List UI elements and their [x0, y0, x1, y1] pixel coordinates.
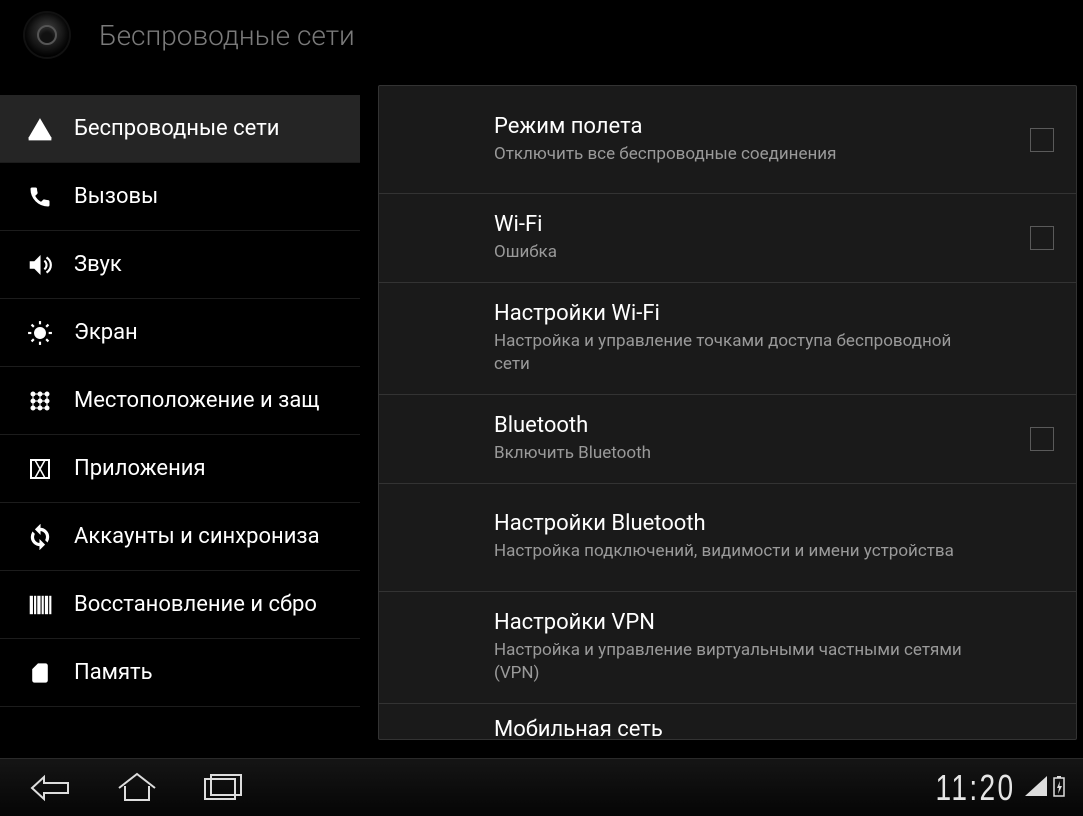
- row-vpn-settings[interactable]: Настройки VPN Настройка и управление вир…: [379, 592, 1076, 704]
- nav-back-button[interactable]: [8, 765, 94, 811]
- sidebar-item-label: Память: [74, 660, 153, 685]
- sidebar-item-location[interactable]: Местоположение и защ: [0, 367, 360, 435]
- row-title: Bluetooth: [494, 413, 1012, 438]
- row-bluetooth[interactable]: Bluetooth Включить Bluetooth: [379, 395, 1076, 484]
- sidebar-item-backup[interactable]: Восстановление и сбро: [0, 571, 360, 639]
- sidebar-item-label: Экран: [74, 320, 138, 345]
- settings-sidebar: Беспроводные сети Вызовы Звук Экран: [0, 70, 360, 740]
- sidebar-item-accounts[interactable]: Аккаунты и синхрониза: [0, 503, 360, 571]
- sidebar-item-storage[interactable]: Память: [0, 639, 360, 707]
- sidebar-item-wireless[interactable]: Беспроводные сети: [0, 95, 360, 163]
- sidebar-item-sound[interactable]: Звук: [0, 231, 360, 299]
- nav-home-button[interactable]: [94, 765, 180, 811]
- row-wifi-settings[interactable]: Настройки Wi-Fi Настройка и управление т…: [379, 283, 1076, 395]
- page-title: Беспроводные сети: [99, 19, 355, 52]
- row-title: Мобильная сеть: [494, 717, 1036, 740]
- signal-icon: [24, 113, 56, 145]
- row-mobile-network[interactable]: Мобильная сеть: [379, 704, 1076, 740]
- row-title: Настройки VPN: [494, 610, 1036, 635]
- row-subtitle: Включить Bluetooth: [494, 442, 1012, 465]
- signal-strength-icon: [1025, 776, 1047, 800]
- row-subtitle: Настройка и управление виртуальными част…: [494, 639, 974, 685]
- status-icons: [1025, 775, 1065, 801]
- row-title: Настройки Bluetooth: [494, 511, 1036, 536]
- status-clock: 11:20: [935, 767, 1015, 809]
- sidebar-item-label: Местоположение и защ: [74, 388, 320, 413]
- sidebar-item-apps[interactable]: Приложения: [0, 435, 360, 503]
- content-area: Режим полета Отключить все беспроводные …: [360, 70, 1083, 740]
- grid-icon: [24, 385, 56, 417]
- row-airplane-mode[interactable]: Режим полета Отключить все беспроводные …: [379, 86, 1076, 194]
- row-title: Настройки Wi-Fi: [494, 301, 1036, 326]
- header: Беспроводные сети: [0, 0, 1083, 70]
- row-wifi[interactable]: Wi-Fi Ошибка: [379, 194, 1076, 283]
- barcode-icon: [24, 589, 56, 621]
- row-title: Режим полета: [494, 114, 1012, 139]
- sidebar-item-label: Приложения: [74, 456, 206, 481]
- apps-icon: [24, 453, 56, 485]
- system-navbar: 11:20: [0, 758, 1083, 816]
- sd-icon: [24, 657, 56, 689]
- sidebar-item-display[interactable]: Экран: [0, 299, 360, 367]
- row-subtitle: Настройка подключений, видимости и имени…: [494, 540, 974, 563]
- airplane-mode-checkbox[interactable]: [1030, 128, 1054, 152]
- bluetooth-checkbox[interactable]: [1030, 427, 1054, 451]
- phone-icon: [24, 181, 56, 213]
- wifi-checkbox[interactable]: [1030, 226, 1054, 250]
- row-subtitle: Ошибка: [494, 241, 1012, 264]
- nav-recent-button[interactable]: [180, 765, 266, 811]
- sidebar-item-label: Беспроводные сети: [74, 116, 280, 141]
- row-title: Wi-Fi: [494, 212, 1012, 237]
- sidebar-item-label: Звук: [74, 252, 122, 277]
- sidebar-item-calls[interactable]: Вызовы: [0, 163, 360, 231]
- back-button[interactable]: [25, 13, 69, 57]
- row-subtitle: Настройка и управление точками доступа б…: [494, 330, 974, 376]
- sidebar-item-label: Аккаунты и синхрониза: [74, 524, 320, 549]
- brightness-icon: [24, 317, 56, 349]
- sync-icon: [24, 521, 56, 553]
- sidebar-item-label: Восстановление и сбро: [74, 592, 317, 617]
- back-orb-icon: [37, 25, 57, 45]
- settings-panel: Режим полета Отключить все беспроводные …: [378, 85, 1077, 740]
- battery-charging-icon: [1053, 775, 1065, 801]
- sidebar-item-label: Вызовы: [74, 184, 158, 209]
- speaker-icon: [24, 249, 56, 281]
- row-subtitle: Отключить все беспроводные соединения: [494, 143, 974, 166]
- row-bluetooth-settings[interactable]: Настройки Bluetooth Настройка подключени…: [379, 484, 1076, 592]
